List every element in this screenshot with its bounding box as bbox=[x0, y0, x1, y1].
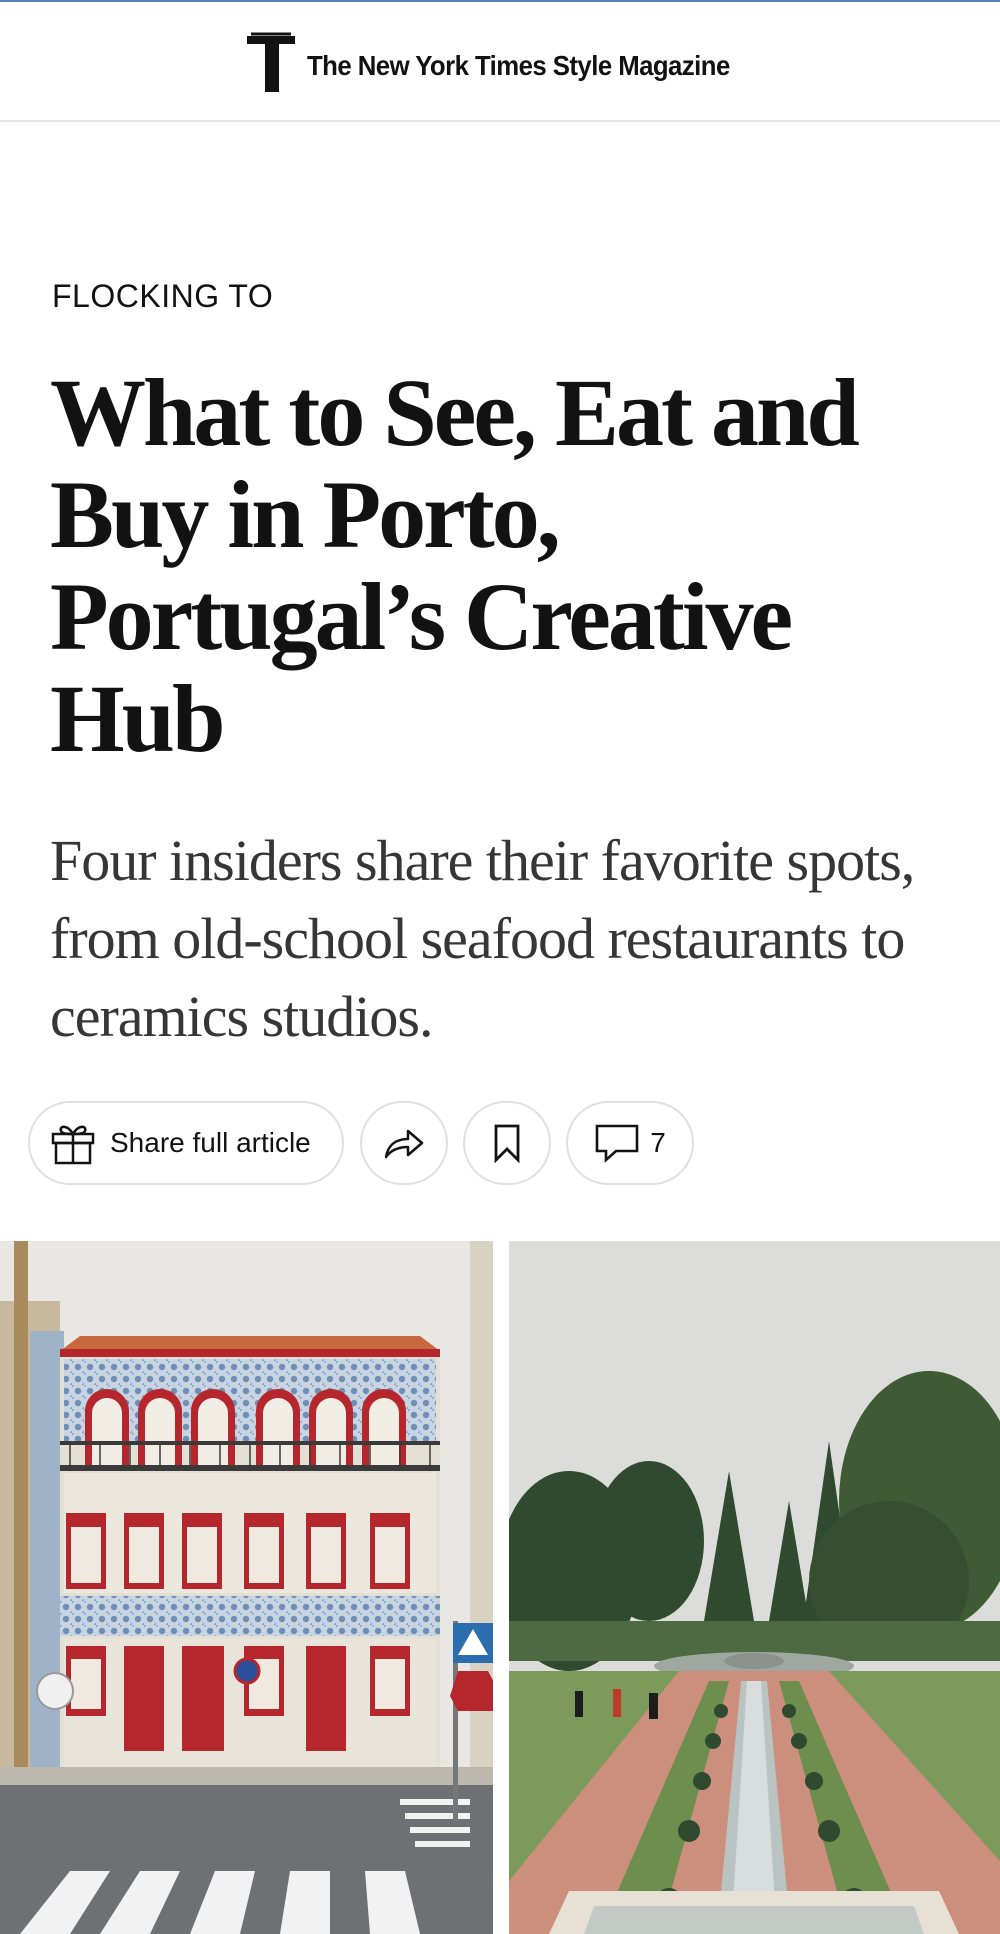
porto-tiled-building-photo[interactable] bbox=[0, 1241, 493, 1934]
bookmark-icon bbox=[494, 1124, 520, 1163]
article-headline: What to See, Eat and Buy in Porto, Portu… bbox=[50, 359, 860, 772]
article-summary: Four insiders share their favorite spots… bbox=[50, 828, 915, 1049]
comments-button[interactable]: 7 bbox=[566, 1101, 694, 1185]
comments-count: 7 bbox=[650, 1127, 666, 1158]
share-full-article-button[interactable]: Share full article bbox=[28, 1101, 344, 1185]
share-button[interactable] bbox=[360, 1101, 448, 1185]
share-arrow-icon bbox=[384, 1129, 424, 1159]
gift-icon bbox=[51, 1125, 95, 1165]
t-magazine-logo-icon[interactable] bbox=[245, 32, 297, 94]
comment-icon bbox=[595, 1124, 639, 1163]
article-kicker[interactable]: FLOCKING TO bbox=[52, 278, 273, 315]
save-button[interactable] bbox=[463, 1101, 551, 1185]
masthead: The New York Times Style Magazine bbox=[0, 2, 1000, 122]
masthead-title[interactable]: The New York Times Style Magazine bbox=[307, 50, 730, 82]
share-full-article-label: Share full article bbox=[110, 1127, 311, 1158]
porto-garden-fountain-photo[interactable] bbox=[509, 1241, 1000, 1934]
